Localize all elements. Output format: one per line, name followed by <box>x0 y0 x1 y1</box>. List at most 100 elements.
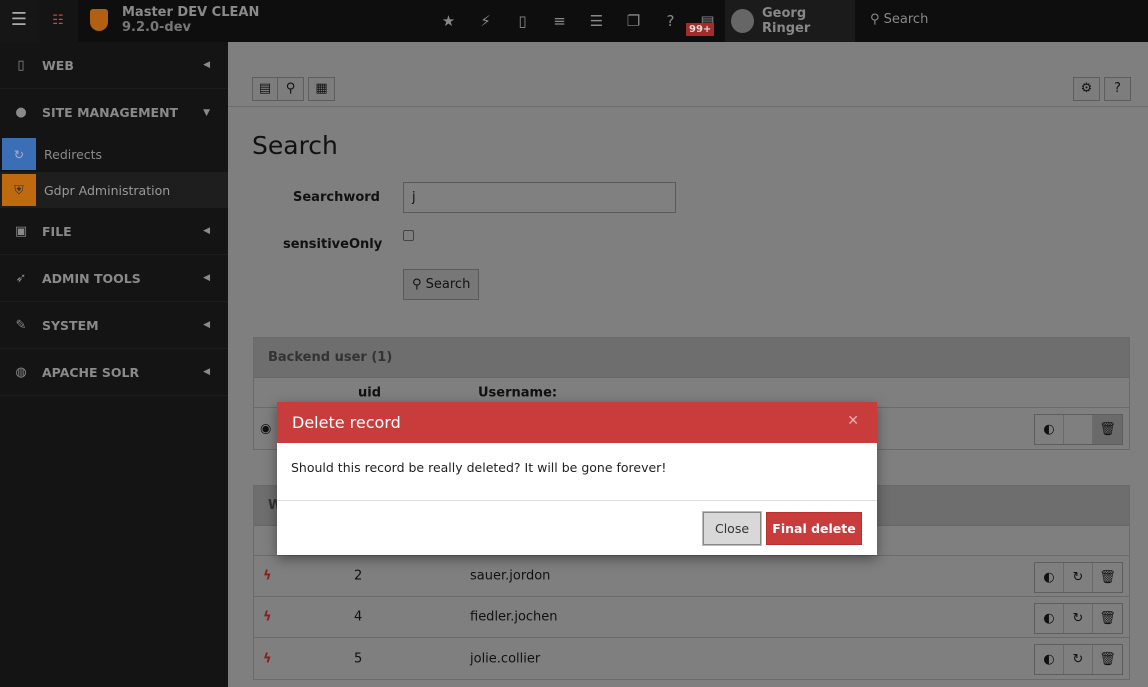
divider <box>228 106 1148 107</box>
help-icon[interactable]: ? <box>652 0 689 42</box>
sidebar-item-file[interactable]: ▣ FILE ◀ <box>0 208 228 255</box>
searchword-label: Searchword <box>293 190 380 205</box>
sidebar: ▯ WEB ◀ ● SITE MANAGEMENT ▼ ↻ Redirects ⛨ Gdpr… <box>0 42 228 687</box>
anonymize-icon[interactable]: ↻ <box>1064 604 1093 633</box>
sidebar-item-site-management[interactable]: ● SITE MANAGEMENT ▼ <box>0 89 228 136</box>
typo3-logo[interactable] <box>90 9 108 31</box>
label: SITE MANAGEMENT <box>42 105 179 120</box>
solr-icon: ◍ <box>15 364 27 380</box>
bolt-icon: ϟ <box>263 568 272 584</box>
chevron-left-icon: ◀ <box>203 60 210 70</box>
label: WEB <box>42 57 74 73</box>
topbar: ☰ ☷ Master DEV CLEAN 9.2.0-dev ★ ⚡ ▯ ≡ ☰ … <box>0 0 1148 42</box>
delete-record-modal: Delete record ✕ Should this record be rea… <box>277 402 877 555</box>
avatar <box>731 9 755 33</box>
image-icon: ▣ <box>14 223 28 239</box>
sidebar-item-admin-tools[interactable]: ➶ ADMIN TOOLS ◀ <box>0 255 228 302</box>
table-row: ϟ 4 fiedler.jochen ◐ ↻ 🗑 <box>254 597 1129 638</box>
server-icon[interactable]: ☰ <box>578 0 615 42</box>
shield-icon: ⛨ <box>2 174 36 206</box>
notification-badge: 99+ <box>686 23 715 36</box>
sidebar-item-web[interactable]: ▯ WEB ◀ <box>0 42 228 89</box>
modal-footer: Close Final delete <box>277 501 877 555</box>
user-menu[interactable]: Georg Ringer <box>725 0 855 42</box>
main-content: ▤ ⚲ ▦ ⚙ ? Search Searchword j sensitiveOn… <box>228 42 1148 687</box>
bolt-icon: ϟ <box>263 609 272 625</box>
view-toolbar: ▤ ⚲ <box>252 77 304 101</box>
bolt-icon[interactable]: ⚡ <box>467 0 504 42</box>
searchword-input[interactable]: j <box>403 182 676 213</box>
table-row: ϟ 5 jolie.collier ◐ ↻ 🗑 <box>254 638 1129 679</box>
trash-icon[interactable]: 🗑 <box>1093 645 1122 674</box>
label: SYSTEM <box>42 317 99 333</box>
window-icon[interactable]: ❐ <box>615 0 652 42</box>
toggle-icon[interactable]: ◐ <box>1035 563 1064 592</box>
document-icon[interactable]: ▯ <box>504 0 541 42</box>
rocket-icon: ➶ <box>15 270 27 286</box>
bolt-icon: ϟ <box>263 651 272 666</box>
help-icon[interactable]: ? <box>1105 78 1130 100</box>
page-title: Search <box>252 131 338 160</box>
eye-icon: ◉ <box>260 421 272 436</box>
trash-icon[interactable]: 🗑 <box>1093 563 1122 592</box>
star-icon[interactable]: ★ <box>430 0 467 42</box>
chevron-left-icon: ◀ <box>203 320 210 330</box>
anonymize-icon[interactable]: ↻ <box>1064 645 1093 674</box>
site-title: Master DEV CLEAN <box>122 5 260 20</box>
help-toolbar: ? <box>1104 77 1131 101</box>
anonymize-icon[interactable]: ↻ <box>1064 563 1093 592</box>
sidebar-item-gdpr[interactable]: ⛨ Gdpr Administration <box>0 172 228 208</box>
col-username: Username: <box>478 385 558 400</box>
modal-header: Delete record ✕ <box>277 402 877 443</box>
trash-icon[interactable]: 🗑 <box>1093 415 1122 444</box>
username: jolie.collier <box>470 651 541 666</box>
user-name: Georg Ringer <box>762 6 811 36</box>
sidebar-item-system[interactable]: ✎ SYSTEM ◀ <box>0 302 228 349</box>
uid: 5 <box>354 651 363 666</box>
chevron-down-icon: ▼ <box>203 107 210 118</box>
list-icon[interactable]: ▤ <box>253 78 278 100</box>
chevron-left-icon: ◀ <box>203 273 210 283</box>
empty-action <box>1064 415 1093 444</box>
label: ADMIN TOOLS <box>42 270 141 286</box>
toggle-icon[interactable]: ◐ <box>1035 604 1064 633</box>
menu-toggle-icon[interactable]: ☰ <box>0 0 38 42</box>
pagetree-toggle-icon[interactable]: ☷ <box>38 0 78 42</box>
sidebar-item-apache-solr[interactable]: ◍ APACHE SOLR ◀ <box>0 349 228 396</box>
search-icon: ⚲ <box>412 277 426 292</box>
chevron-left-icon: ◀ <box>203 226 210 236</box>
toggle-icon[interactable]: ◐ <box>1035 415 1064 444</box>
toggle-icon[interactable]: ◐ <box>1035 645 1064 674</box>
final-delete-button[interactable]: Final delete <box>766 512 862 545</box>
search-button[interactable]: ⚲ Search <box>403 269 479 300</box>
topbar-search[interactable]: ⚲ Search <box>870 12 928 27</box>
modal-message: Should this record be really deleted? It… <box>277 443 877 501</box>
sensitive-only-checkbox[interactable] <box>403 230 414 241</box>
search-icon[interactable]: ⚲ <box>278 78 303 100</box>
redirect-icon: ↻ <box>2 138 36 170</box>
trash-icon[interactable]: 🗑 <box>1093 604 1122 633</box>
list-icon[interactable]: ≡ <box>541 0 578 42</box>
close-button[interactable]: Close <box>703 512 761 545</box>
modal-title: Delete record <box>292 413 401 432</box>
search-label: Search <box>883 12 929 27</box>
close-icon[interactable]: ✕ <box>847 413 859 429</box>
chevron-left-icon: ◀ <box>203 367 210 377</box>
username: fiedler.jochen <box>470 609 558 625</box>
label: Gdpr Administration <box>44 182 171 198</box>
page-icon: ▯ <box>17 57 25 73</box>
locked-toolbar: ▦ <box>308 77 335 101</box>
col-uid: uid <box>358 385 382 400</box>
label: APACHE SOLR <box>42 364 140 380</box>
document-lock-icon[interactable]: ▦ <box>309 78 334 100</box>
uid: 4 <box>354 609 363 625</box>
globe-icon: ● <box>15 105 27 120</box>
sidebar-item-redirects[interactable]: ↻ Redirects <box>0 136 228 172</box>
site-name: Master DEV CLEAN 9.2.0-dev <box>122 5 259 35</box>
site-version: 9.2.0-dev <box>122 20 192 35</box>
username: sauer.jordon <box>470 568 551 584</box>
gear-icon[interactable]: ⚙ <box>1074 78 1099 100</box>
panel-title: Backend user (1) <box>254 338 1129 378</box>
settings-toolbar: ⚙ <box>1073 77 1100 101</box>
uid: 2 <box>354 568 363 584</box>
